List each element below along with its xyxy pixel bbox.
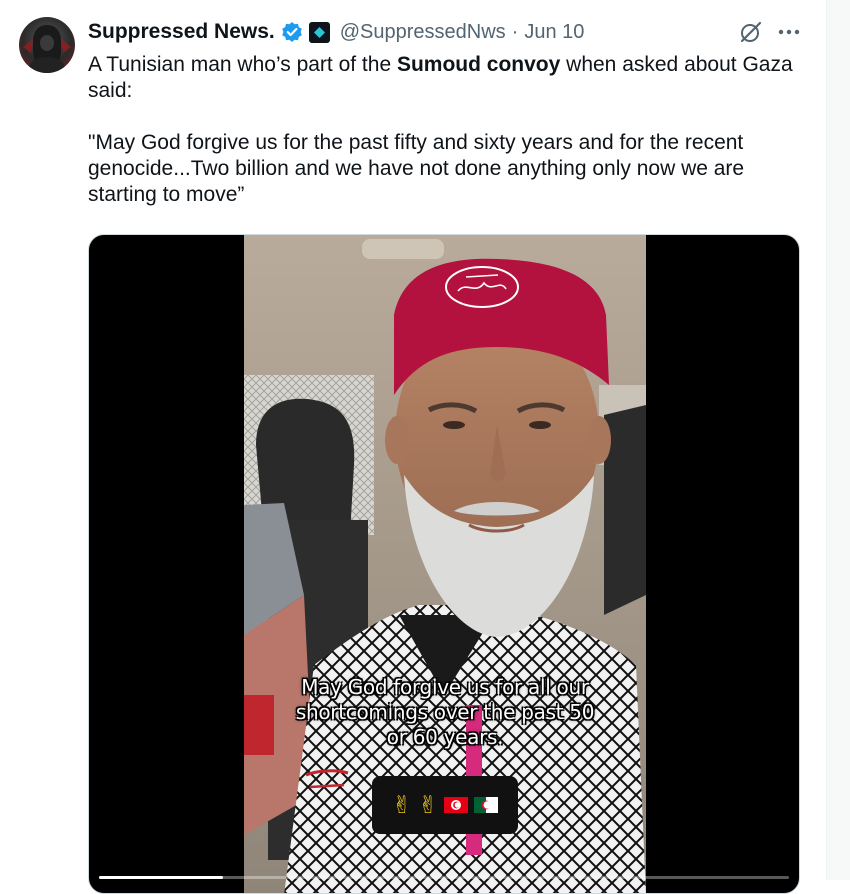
author-handle[interactable]: @SuppressedNws bbox=[340, 21, 506, 44]
avatar[interactable] bbox=[19, 17, 75, 73]
tweet-quote: "May God forgive us for the past fifty a… bbox=[88, 131, 745, 206]
algeria-flag-icon bbox=[474, 797, 499, 813]
video-subtitle: May God forgive us for all our shortcomi… bbox=[244, 675, 646, 750]
tweet-text: A Tunisian man who’s part of the Sumoud … bbox=[88, 52, 808, 208]
subtitle-line: or 60 years. bbox=[386, 725, 504, 749]
avatar-image bbox=[23, 25, 71, 73]
separator-dot: · bbox=[511, 20, 519, 43]
tweet-header: Suppressed News. @SuppressedNws · Jun 10 bbox=[88, 18, 584, 46]
subtitle-line: May God forgive us for all our bbox=[301, 675, 589, 699]
grok-icon[interactable] bbox=[737, 18, 765, 46]
victory-hand-emoji: ✌ bbox=[391, 791, 412, 819]
tweet-date[interactable]: Jun 10 bbox=[524, 21, 584, 44]
tunisia-flag-icon bbox=[444, 797, 469, 813]
more-options-icon[interactable] bbox=[774, 18, 804, 46]
author-name[interactable]: Suppressed News. bbox=[88, 20, 275, 44]
convoy-name: Sumoud convoy bbox=[396, 53, 561, 76]
video-progress-fill bbox=[99, 876, 224, 879]
video-player[interactable]: May God forgive us for all our shortcomi… bbox=[88, 234, 800, 894]
video-frame[interactable]: May God forgive us for all our shortcomi… bbox=[244, 235, 646, 893]
video-progress-bar[interactable] bbox=[99, 876, 789, 879]
tweet-intro: A Tunisian man who’s part of the Sumoud … bbox=[88, 52, 808, 104]
affiliate-badge-icon[interactable] bbox=[308, 21, 330, 43]
verified-badge-icon bbox=[281, 21, 303, 43]
intro-prefix: A Tunisian man who’s part of the bbox=[88, 53, 397, 76]
subtitle-line: shortcomings over the past 50 bbox=[295, 700, 595, 724]
victory-hand-emoji: ✌ bbox=[418, 791, 439, 819]
right-gutter bbox=[826, 0, 850, 880]
emoji-overlay: ✌ ✌ bbox=[372, 776, 518, 834]
